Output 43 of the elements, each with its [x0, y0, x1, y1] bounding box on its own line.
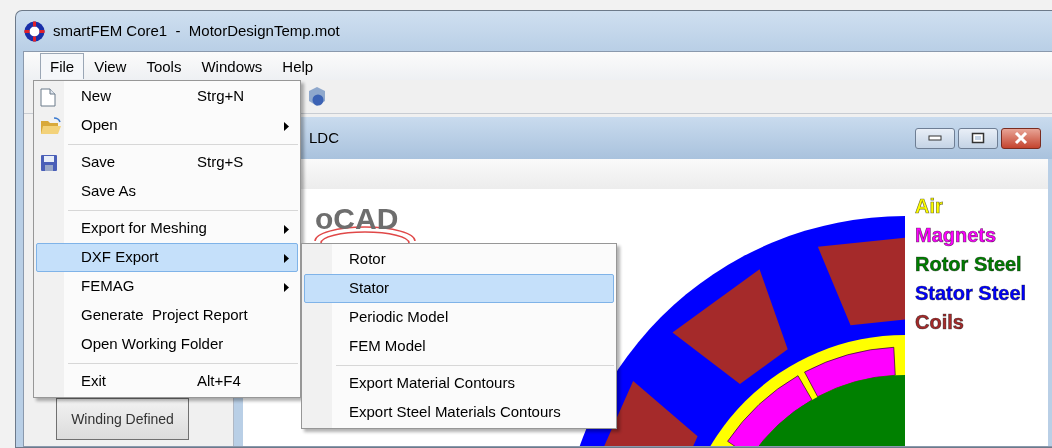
menu-entry[interactable]: Export Steel Materials Contours	[304, 398, 614, 427]
help-icon[interactable]	[307, 85, 327, 108]
menu-entry[interactable]: DXF Export	[36, 243, 298, 272]
menu-entry[interactable]: FEM Model	[304, 332, 614, 361]
menu-entry[interactable]: Exit Alt+F4	[36, 367, 298, 396]
close-button[interactable]	[1001, 127, 1041, 149]
legend-label: Magnets	[915, 223, 998, 248]
menu-entry[interactable]: Generate Project Report	[36, 301, 298, 330]
minimize-icon	[928, 135, 942, 141]
app-logo-icon	[24, 20, 45, 42]
menu-entry[interactable]: Open	[36, 111, 298, 140]
close-icon	[1013, 132, 1029, 144]
shortcut-label: Strg+S	[197, 152, 244, 173]
menu-entry[interactable]: Save As	[36, 177, 298, 206]
menu-entry[interactable]: Save Strg+S	[36, 148, 298, 177]
window-title: smartFEM Core1 - MotorDesignTemp.mot	[53, 20, 340, 41]
menu-entry[interactable]: Open Working Folder	[36, 330, 298, 359]
menu-entry[interactable]: Periodic Model	[304, 303, 614, 332]
menu-entry[interactable]: Rotor	[304, 245, 614, 274]
folder-icon	[40, 117, 62, 135]
maximize-button[interactable]	[958, 127, 998, 149]
legend-label: Stator Steel	[915, 281, 1027, 306]
menu-item[interactable]: Tools	[136, 52, 192, 80]
menu-entry[interactable]: New Strg+N	[36, 82, 298, 111]
shortcut-label: Alt+F4	[197, 371, 241, 392]
new-document-icon	[40, 88, 56, 107]
menu-item[interactable]: File	[40, 53, 85, 79]
menu-entry[interactable]: Export for Meshing	[36, 214, 298, 243]
menu-entry[interactable]: FEMAG	[36, 272, 298, 301]
menu-item[interactable]: Windows	[191, 52, 273, 80]
menu-entry[interactable]: Export Material Contours	[304, 369, 614, 398]
menu-item[interactable]: Help	[272, 52, 324, 80]
minimize-button[interactable]	[915, 127, 955, 149]
legend-label: Air	[915, 194, 944, 219]
legend-label: Rotor Steel	[915, 252, 1023, 277]
menu-item[interactable]: View	[84, 52, 137, 80]
maximize-icon	[971, 132, 985, 144]
legend-label: Coils	[915, 310, 965, 335]
child-window-title: LDC	[309, 127, 340, 148]
menu-entry[interactable]: Stator	[304, 274, 614, 303]
logo-text: oCAD	[315, 202, 399, 235]
shortcut-label: Strg+N	[197, 86, 245, 107]
winding-defined-button[interactable]: Winding Defined	[56, 398, 189, 440]
